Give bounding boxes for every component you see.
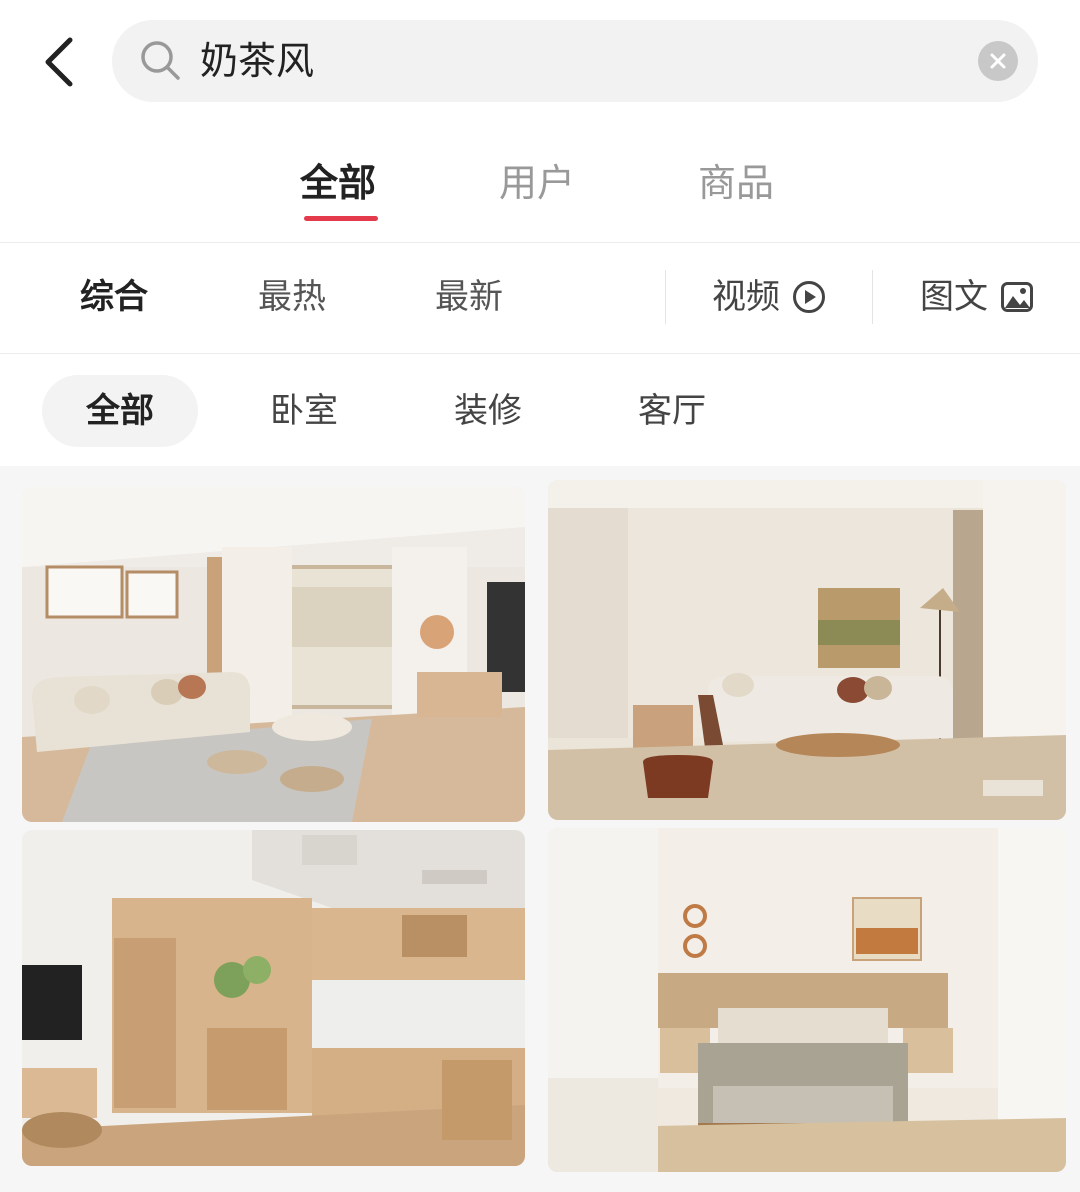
results-feed	[0, 466, 1080, 1192]
category-chips: 全部 卧室 装修 客厅	[0, 355, 1080, 465]
bedroom-photo	[548, 828, 1066, 1172]
kitchen-photo	[22, 830, 525, 1166]
chip-all[interactable]: 全部	[42, 375, 198, 447]
back-button[interactable]	[28, 30, 92, 94]
filter-image-text[interactable]: 图文	[920, 274, 1034, 320]
tab-all[interactable]: 全部	[300, 158, 376, 208]
close-icon	[990, 53, 1006, 69]
chip-bedroom[interactable]: 卧室	[226, 375, 382, 447]
image-icon	[1001, 282, 1033, 312]
divider	[665, 270, 666, 324]
living-room-photo	[548, 480, 1066, 820]
result-card[interactable]	[548, 828, 1066, 1172]
chevron-left-icon	[45, 37, 73, 87]
result-card[interactable]	[22, 487, 525, 822]
sort-comprehensive[interactable]: 综合	[80, 274, 148, 320]
divider	[0, 242, 1080, 243]
tab-products[interactable]: 商品	[698, 158, 774, 208]
sort-hottest[interactable]: 最热	[258, 274, 326, 320]
chip-living-room[interactable]: 客厅	[594, 375, 750, 447]
filter-video-label: 视频	[712, 277, 780, 317]
chip-renovation[interactable]: 装修	[410, 375, 566, 447]
tab-users[interactable]: 用户	[499, 158, 575, 208]
sort-newest[interactable]: 最新	[435, 274, 503, 320]
filter-image-text-label: 图文	[920, 277, 988, 317]
search-field[interactable]: 奶茶风	[112, 20, 1038, 102]
result-type-tabs: 全部 用户 商品	[0, 130, 1080, 240]
sort-bar: 综合 最热 最新 视频 图文	[0, 244, 1080, 352]
result-card[interactable]	[22, 830, 525, 1166]
divider	[872, 270, 873, 324]
search-icon	[141, 41, 180, 80]
search-input[interactable]: 奶茶风	[200, 36, 314, 86]
clear-search-button[interactable]	[978, 41, 1018, 81]
divider	[0, 353, 1080, 354]
living-room-photo	[22, 487, 525, 822]
filter-video[interactable]: 视频	[712, 274, 826, 320]
play-circle-icon	[793, 281, 825, 313]
result-card[interactable]	[548, 480, 1066, 820]
active-tab-indicator	[304, 216, 378, 221]
